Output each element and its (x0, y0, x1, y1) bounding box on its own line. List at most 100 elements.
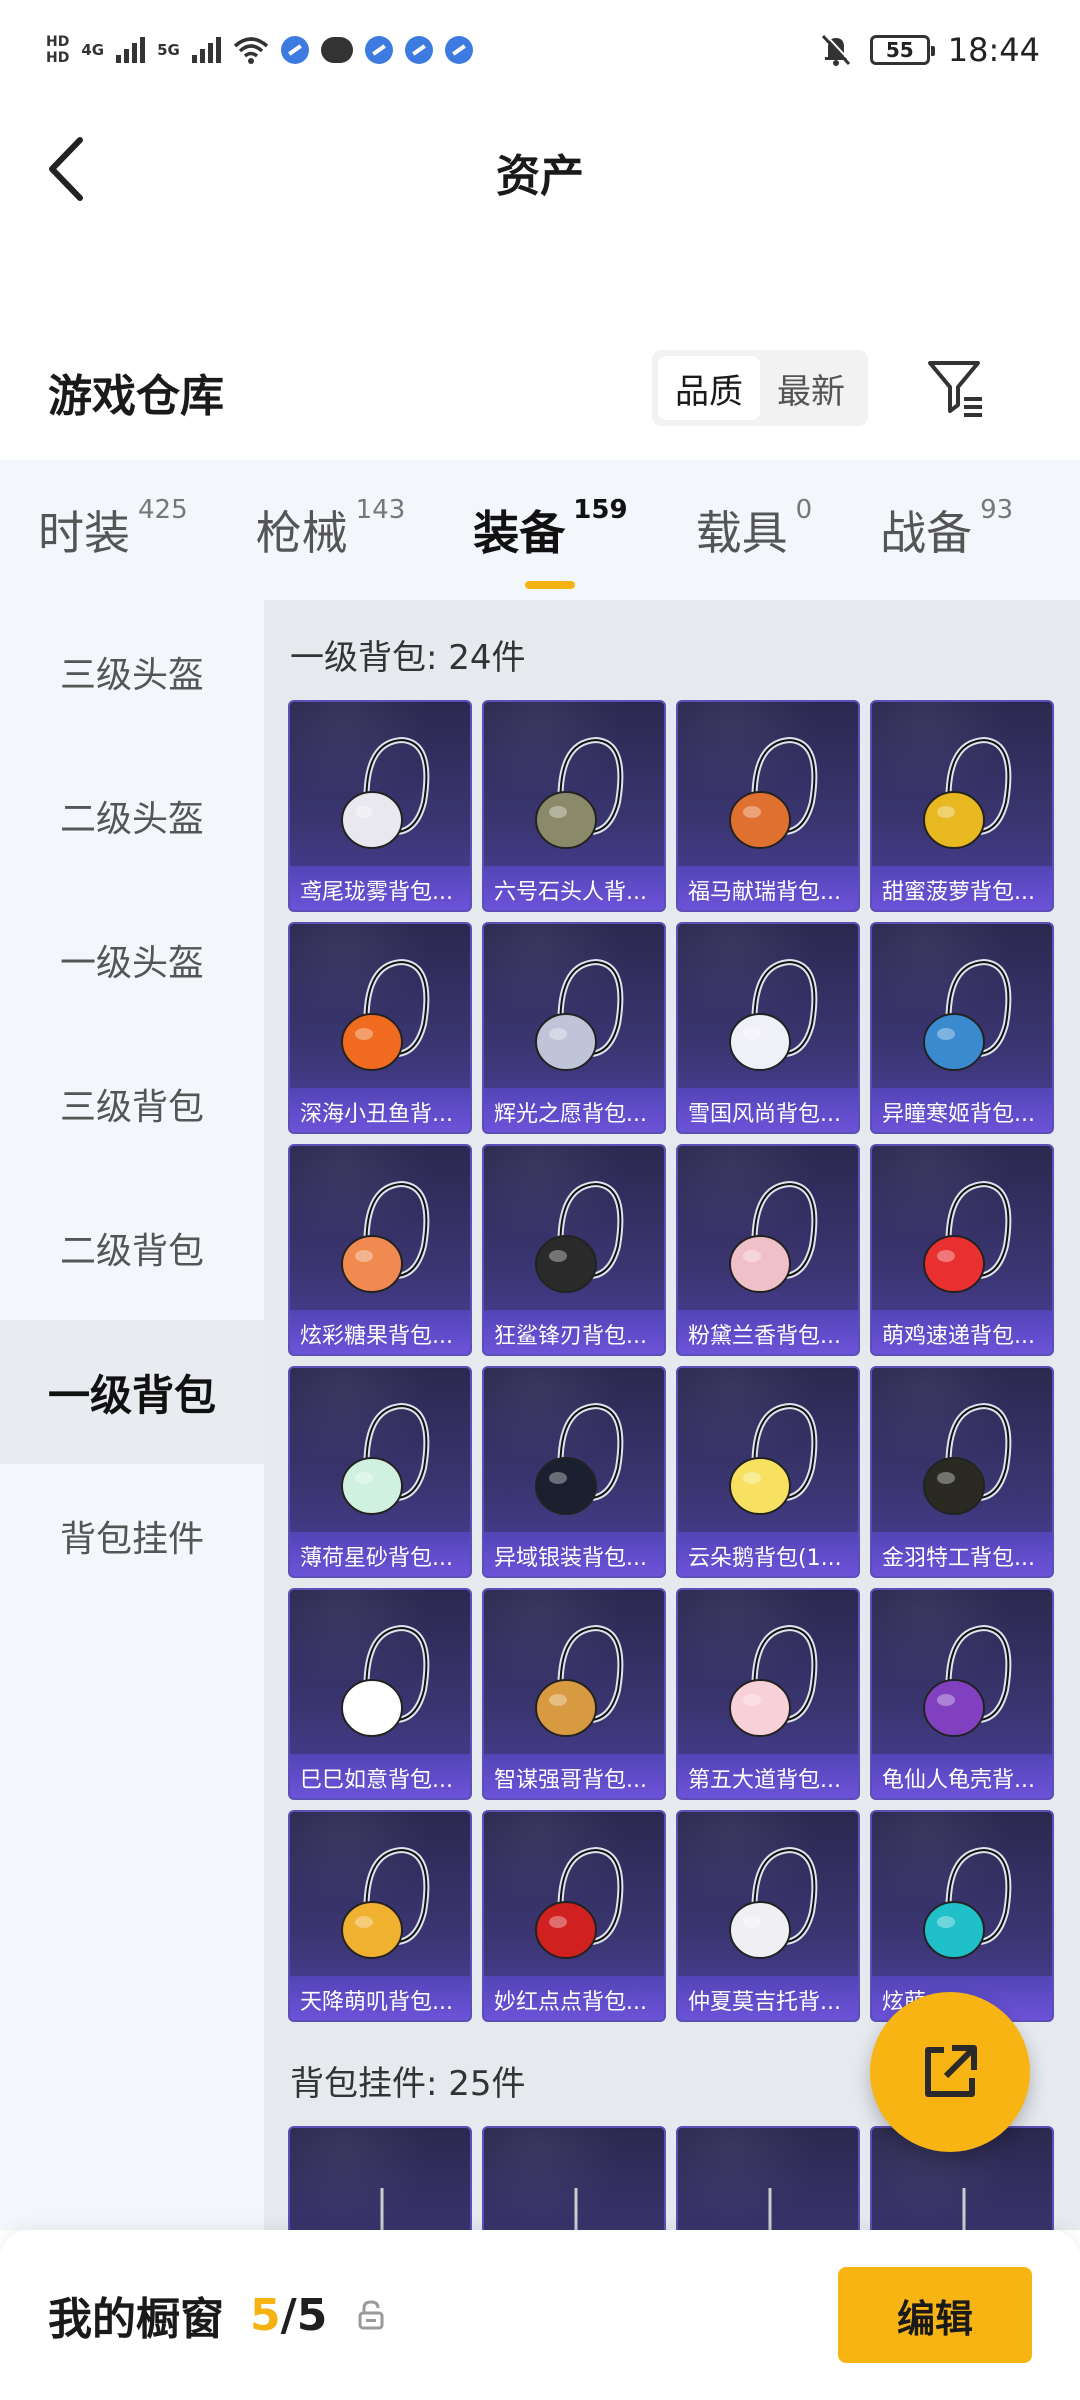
backpack-item-card[interactable]: 狂鲨锋刃背包... (482, 1144, 666, 1356)
backpack-image (923, 1180, 1012, 1293)
backpack-item-card[interactable]: 天降萌叽背包... (288, 1810, 472, 2022)
page-title: 资产 (496, 151, 584, 202)
item-name: 雪国风尚背包... (678, 1088, 858, 1132)
status-bar: HD HD 4G 5G 55 18:44 (0, 0, 1080, 100)
item-name: 萌鸡速递背包... (872, 1310, 1052, 1354)
backpack-image (923, 958, 1012, 1071)
backpack-item-card[interactable]: 福马献瑞背包... (676, 700, 860, 912)
sidebar-item-backpack-1[interactable]: 一级背包 (0, 1320, 264, 1464)
app-notification-icon (444, 36, 473, 64)
clock: 18:44 (947, 31, 1040, 69)
backpack-item-card[interactable]: 薄荷星砂背包... (288, 1366, 472, 1578)
network-4g-label: 4G (81, 41, 105, 59)
hd-indicator: HD HD (46, 34, 70, 66)
tab-fashion[interactable]: 时装 425 (38, 495, 188, 563)
backpack-item-card[interactable]: 萌鸡速递背包... (870, 1144, 1054, 1356)
backpack-image (341, 1624, 430, 1737)
backpack-item-card[interactable]: 仲夏莫吉托背... (676, 1810, 860, 2022)
backpack-image (729, 1180, 818, 1293)
pendant-item-card[interactable] (288, 2126, 472, 2230)
backpack-item-card[interactable]: 异域银装背包... (482, 1366, 666, 1578)
tab-label: 装备 (473, 506, 566, 560)
backpack-item-card[interactable]: 巳巳如意背包... (288, 1588, 472, 1800)
sort-toggle: 品质 最新 (652, 350, 868, 426)
wifi-icon (233, 37, 268, 64)
backpack-image (729, 736, 818, 849)
network-5g-label: 5G (157, 41, 180, 59)
backpack-image (535, 1180, 624, 1293)
backpack-image (535, 736, 624, 849)
tab-label: 枪械 (255, 506, 348, 560)
item-name: 仲夏莫吉托背... (678, 1976, 858, 2020)
backpack-item-card[interactable]: 妙红点点背包... (482, 1810, 666, 2022)
backpack-image (729, 1402, 818, 1515)
backpack-item-card[interactable]: 辉光之愿背包... (482, 922, 666, 1134)
backpack-item-card[interactable]: 第五大道背包... (676, 1588, 860, 1800)
backpack-image (341, 1402, 430, 1515)
backpack-item-card[interactable]: 鸢尾珑雾背包... (288, 700, 472, 912)
backpack-item-card[interactable]: 深海小丑鱼背... (288, 922, 472, 1134)
status-icons-left: HD HD 4G 5G (46, 34, 473, 66)
backpack-item-card[interactable]: 六号石头人背... (482, 700, 666, 912)
app-notification-icon (364, 36, 393, 64)
item-name: 妙红点点背包... (484, 1976, 664, 2020)
sidebar-item-backpack-3[interactable]: 三级背包 (0, 1032, 264, 1176)
sidebar-item-backpack-pendant[interactable]: 背包挂件 (0, 1464, 264, 1608)
tab-supplies[interactable]: 战备 93 (880, 495, 1014, 563)
pendant-item-card[interactable] (676, 2126, 860, 2230)
filter-icon (928, 361, 982, 417)
sidebar-item-backpack-2[interactable]: 二级背包 (0, 1176, 264, 1320)
backpack-item-card[interactable]: 粉黛兰香背包... (676, 1144, 860, 1356)
backpack-image (923, 1846, 1012, 1959)
item-name: 云朵鹅背包(1... (678, 1532, 858, 1576)
backpack-item-card[interactable]: 智谋强哥背包... (482, 1588, 666, 1800)
tab-vehicles[interactable]: 载具 0 (696, 495, 813, 563)
tab-count: 425 (138, 495, 188, 525)
app-notification-icon (404, 36, 433, 64)
backpack-item-card[interactable]: 龟仙人龟壳背... (870, 1588, 1054, 1800)
tab-firearms[interactable]: 枪械 143 (255, 495, 406, 563)
tab-label: 时装 (38, 506, 130, 560)
category-tabs: 时装 425 枪械 143 装备 159 载具 0 战备 93 (0, 460, 1080, 600)
showcase-current: 5 (250, 2289, 281, 2341)
battery-level: 55 (885, 38, 914, 62)
backpack-item-card[interactable]: 雪国风尚背包... (676, 922, 860, 1134)
sort-newest-option[interactable]: 最新 (760, 356, 862, 420)
backpack-item-card[interactable]: 云朵鹅背包(1... (676, 1366, 860, 1578)
backpack-item-card[interactable]: 炫彩糖果背包... (288, 1144, 472, 1356)
item-name: 炫彩糖果背包... (290, 1310, 470, 1354)
item-name: 智谋强哥背包... (484, 1754, 664, 1798)
tab-count: 0 (795, 495, 813, 525)
backpack-image (535, 1846, 624, 1959)
mute-bell-icon (821, 33, 852, 66)
backpack-item-card[interactable]: 异瞳寒姬背包... (870, 922, 1054, 1134)
tab-count: 93 (980, 495, 1014, 525)
backpack-image (341, 1846, 430, 1959)
pendant-image (574, 2188, 578, 2230)
lock-icon[interactable] (357, 2300, 385, 2330)
showcase-total: 5 (296, 2289, 328, 2341)
backpack-item-card[interactable]: 甜蜜菠萝背包... (870, 700, 1054, 912)
item-name: 甜蜜菠萝背包... (872, 866, 1052, 910)
tab-equipment[interactable]: 装备 159 (473, 495, 628, 589)
sidebar-item-helmet-2[interactable]: 二级头盔 (0, 744, 264, 888)
sort-quality-option[interactable]: 品质 (658, 356, 760, 420)
backpack-image (341, 736, 430, 849)
filter-button[interactable] (924, 355, 988, 419)
signal-icon (116, 37, 146, 63)
backpack-item-card[interactable]: 金羽特工背包... (870, 1366, 1054, 1578)
edit-button[interactable]: 编辑 (838, 2267, 1032, 2363)
backpack-item-card[interactable]: 炫萌... (870, 1810, 1054, 2022)
backpack-image (729, 1846, 818, 1959)
pendant-item-card[interactable] (482, 2126, 666, 2230)
sidebar-item-helmet-3[interactable]: 三级头盔 (0, 600, 264, 744)
backpack-image (341, 958, 430, 1071)
app-notification-icon (280, 36, 309, 64)
share-button[interactable] (870, 1992, 1030, 2152)
backpack-image (535, 1402, 624, 1515)
backpack-image (729, 958, 818, 1071)
message-icon (320, 37, 353, 63)
sidebar-item-helmet-1[interactable]: 一级头盔 (0, 888, 264, 1032)
item-name: 六号石头人背... (484, 866, 664, 910)
app-header: 资产 (0, 100, 1080, 240)
